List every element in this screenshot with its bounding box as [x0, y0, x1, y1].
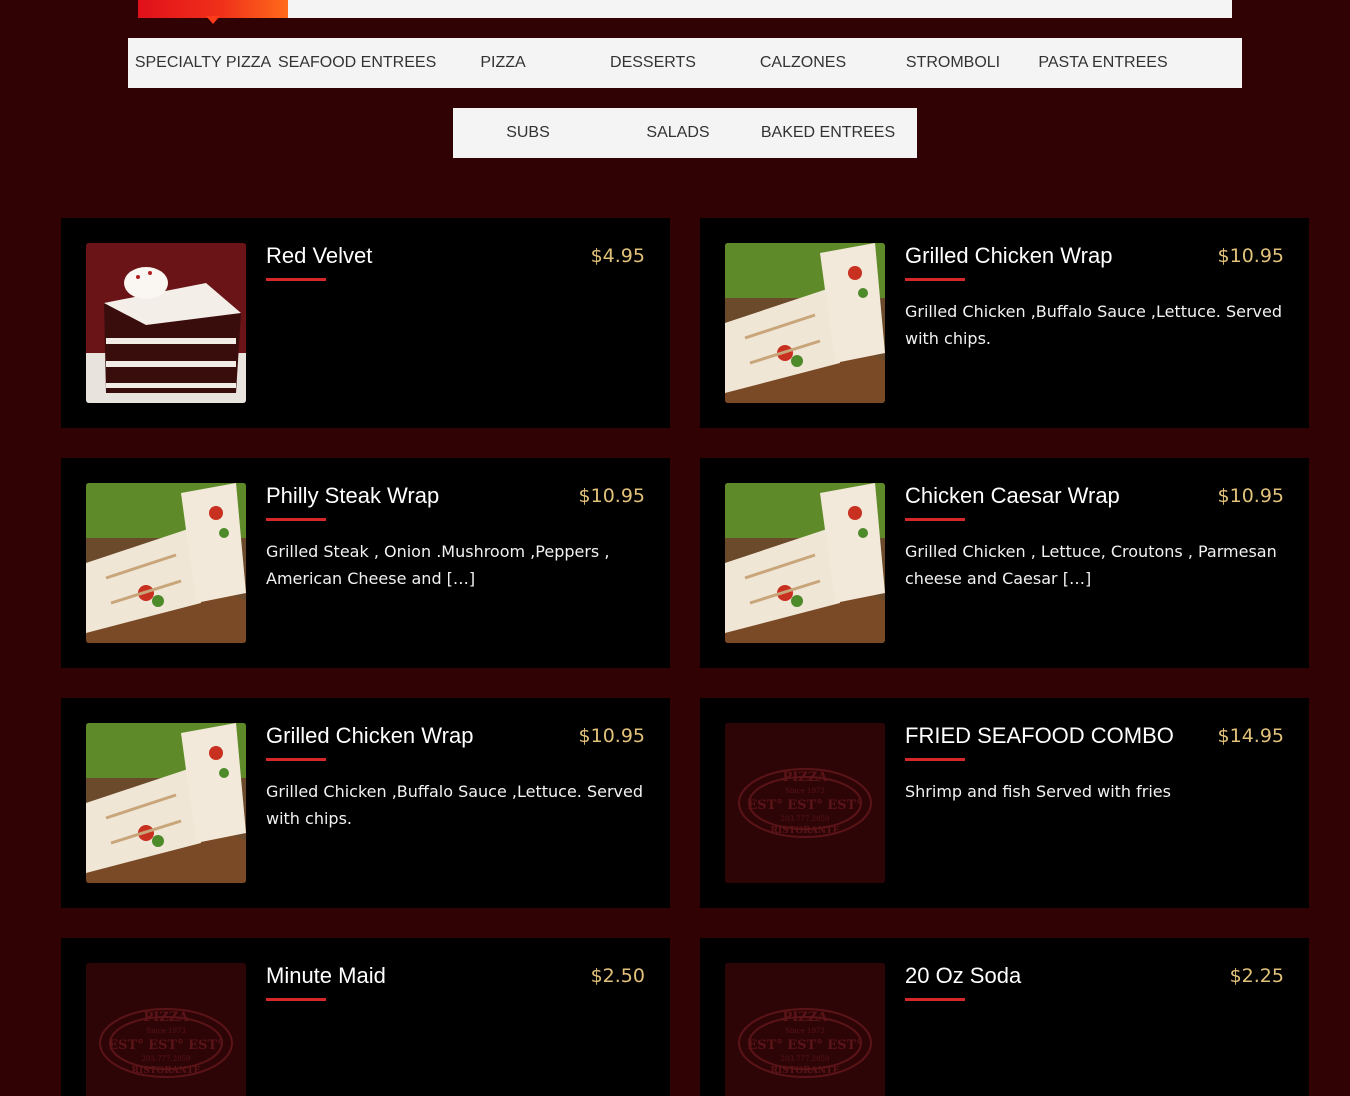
menu-item-card[interactable]: PIZZA Since 1973 EST° EST° EST° 203.777.… [700, 938, 1309, 1096]
item-name: Red Velvet [266, 243, 373, 268]
svg-text:RISTORANTE: RISTORANTE [132, 1066, 201, 1076]
menu-item-card[interactable]: Grilled Chicken Wrap $10.95 Grilled Chic… [61, 698, 670, 908]
svg-text:RISTORANTE: RISTORANTE [771, 826, 840, 836]
svg-text:Since 1973: Since 1973 [146, 1027, 186, 1035]
item-image [86, 723, 246, 883]
item-name: Grilled Chicken Wrap [905, 243, 1113, 268]
menu-item-card[interactable]: Red Velvet $4.95 [61, 218, 670, 428]
tab-baked-entrees[interactable]: BAKED ENTREES [753, 124, 903, 142]
title-underline [266, 758, 326, 761]
title-underline [266, 518, 326, 521]
item-name: Philly Steak Wrap [266, 483, 440, 508]
item-image-placeholder: PIZZA Since 1973 EST° EST° EST° 203.777.… [86, 963, 246, 1096]
title-underline [905, 758, 965, 761]
menu-item-card[interactable]: PIZZA Since 1973 EST° EST° EST° 203.777.… [61, 938, 670, 1096]
restaurant-logo-icon: PIZZA Since 1973 EST° EST° EST° 203.777.… [725, 723, 885, 883]
item-price: $4.95 [590, 245, 645, 267]
tab-pasta-entrees[interactable]: PASTA ENTREES [1028, 54, 1178, 72]
svg-text:PIZZA: PIZZA [144, 1010, 190, 1025]
title-underline [905, 278, 965, 281]
restaurant-logo-icon: PIZZA Since 1973 EST° EST° EST° 203.777.… [86, 963, 246, 1096]
restaurant-logo-icon: PIZZA Since 1973 EST° EST° EST° 203.777.… [725, 963, 885, 1096]
item-price: $2.25 [1229, 965, 1284, 987]
category-strip [138, 0, 1232, 18]
svg-text:203.777.2059: 203.777.2059 [781, 815, 830, 823]
menu-tabs-row-2: SUBS SALADS BAKED ENTREES [453, 108, 917, 158]
cake-icon [86, 243, 246, 403]
title-underline [266, 278, 326, 281]
tab-calzones[interactable]: CALZONES [728, 54, 878, 72]
item-description: Grilled Chicken ,Buffalo Sauce ,Lettuce.… [266, 782, 644, 828]
item-image [725, 243, 885, 403]
svg-text:EST° EST° EST°: EST° EST° EST° [108, 1038, 223, 1053]
active-tab-arrow-icon [206, 16, 220, 24]
wrap-icon [725, 483, 885, 643]
wrap-icon [86, 483, 246, 643]
item-image [86, 243, 246, 403]
item-image-placeholder: PIZZA Since 1973 EST° EST° EST° 203.777.… [725, 723, 885, 883]
item-name: Chicken Caesar Wrap [905, 483, 1120, 508]
tab-pizza[interactable]: PIZZA [428, 54, 578, 72]
menu-item-card[interactable]: PIZZA Since 1973 EST° EST° EST° 203.777.… [700, 698, 1309, 908]
item-price: $10.95 [578, 725, 645, 747]
wrap-icon [725, 243, 885, 403]
item-name: FRIED SEAFOOD COMBO [905, 723, 1174, 748]
title-underline [266, 998, 326, 1001]
title-underline [905, 518, 965, 521]
item-description: Shrimp and fish Served with fries [905, 782, 1171, 801]
menu-item-card[interactable]: Grilled Chicken Wrap $10.95 Grilled Chic… [700, 218, 1309, 428]
title-underline [905, 998, 965, 1001]
item-name: 20 Oz Soda [905, 963, 1022, 988]
svg-text:PIZZA: PIZZA [783, 770, 829, 785]
svg-text:EST° EST° EST°: EST° EST° EST° [747, 798, 862, 813]
menu-tabs-row-1: SPECIALTY PIZZA SEAFOOD ENTREES PIZZA DE… [128, 38, 1242, 88]
tab-desserts[interactable]: DESSERTS [578, 54, 728, 72]
menu-item-card[interactable]: Chicken Caesar Wrap $10.95 Grilled Chick… [700, 458, 1309, 668]
tab-seafood-entrees[interactable]: SEAFOOD ENTREES [278, 54, 436, 72]
item-image-placeholder: PIZZA Since 1973 EST° EST° EST° 203.777.… [725, 963, 885, 1096]
tab-specialty-pizza[interactable]: SPECIALTY PIZZA [128, 54, 278, 72]
tab-stromboli[interactable]: STROMBOLI [878, 54, 1028, 72]
svg-text:Since 1973: Since 1973 [785, 787, 825, 795]
item-price: $10.95 [578, 485, 645, 507]
item-description: Grilled Chicken ,Buffalo Sauce ,Lettuce.… [905, 302, 1283, 348]
item-image [86, 483, 246, 643]
svg-text:RISTORANTE: RISTORANTE [771, 1066, 840, 1076]
item-price: $10.95 [1217, 485, 1284, 507]
item-name: Minute Maid [266, 963, 386, 988]
svg-text:203.777.2059: 203.777.2059 [781, 1055, 830, 1063]
svg-text:Since 1973: Since 1973 [785, 1027, 825, 1035]
tab-subs[interactable]: SUBS [453, 124, 603, 142]
item-description: Grilled Steak , Onion .Mushroom ,Peppers… [266, 542, 610, 588]
item-price: $10.95 [1217, 245, 1284, 267]
item-image [725, 483, 885, 643]
tab-salads[interactable]: SALADS [603, 124, 753, 142]
item-price: $14.95 [1217, 725, 1284, 747]
menu-item-card[interactable]: Philly Steak Wrap $10.95 Grilled Steak ,… [61, 458, 670, 668]
item-description: Grilled Chicken , Lettuce, Croutons , Pa… [905, 542, 1277, 588]
svg-text:EST° EST° EST°: EST° EST° EST° [747, 1038, 862, 1053]
svg-text:203.777.2059: 203.777.2059 [142, 1055, 191, 1063]
item-price: $2.50 [590, 965, 645, 987]
item-name: Grilled Chicken Wrap [266, 723, 474, 748]
wrap-icon [86, 723, 246, 883]
svg-text:PIZZA: PIZZA [783, 1010, 829, 1025]
